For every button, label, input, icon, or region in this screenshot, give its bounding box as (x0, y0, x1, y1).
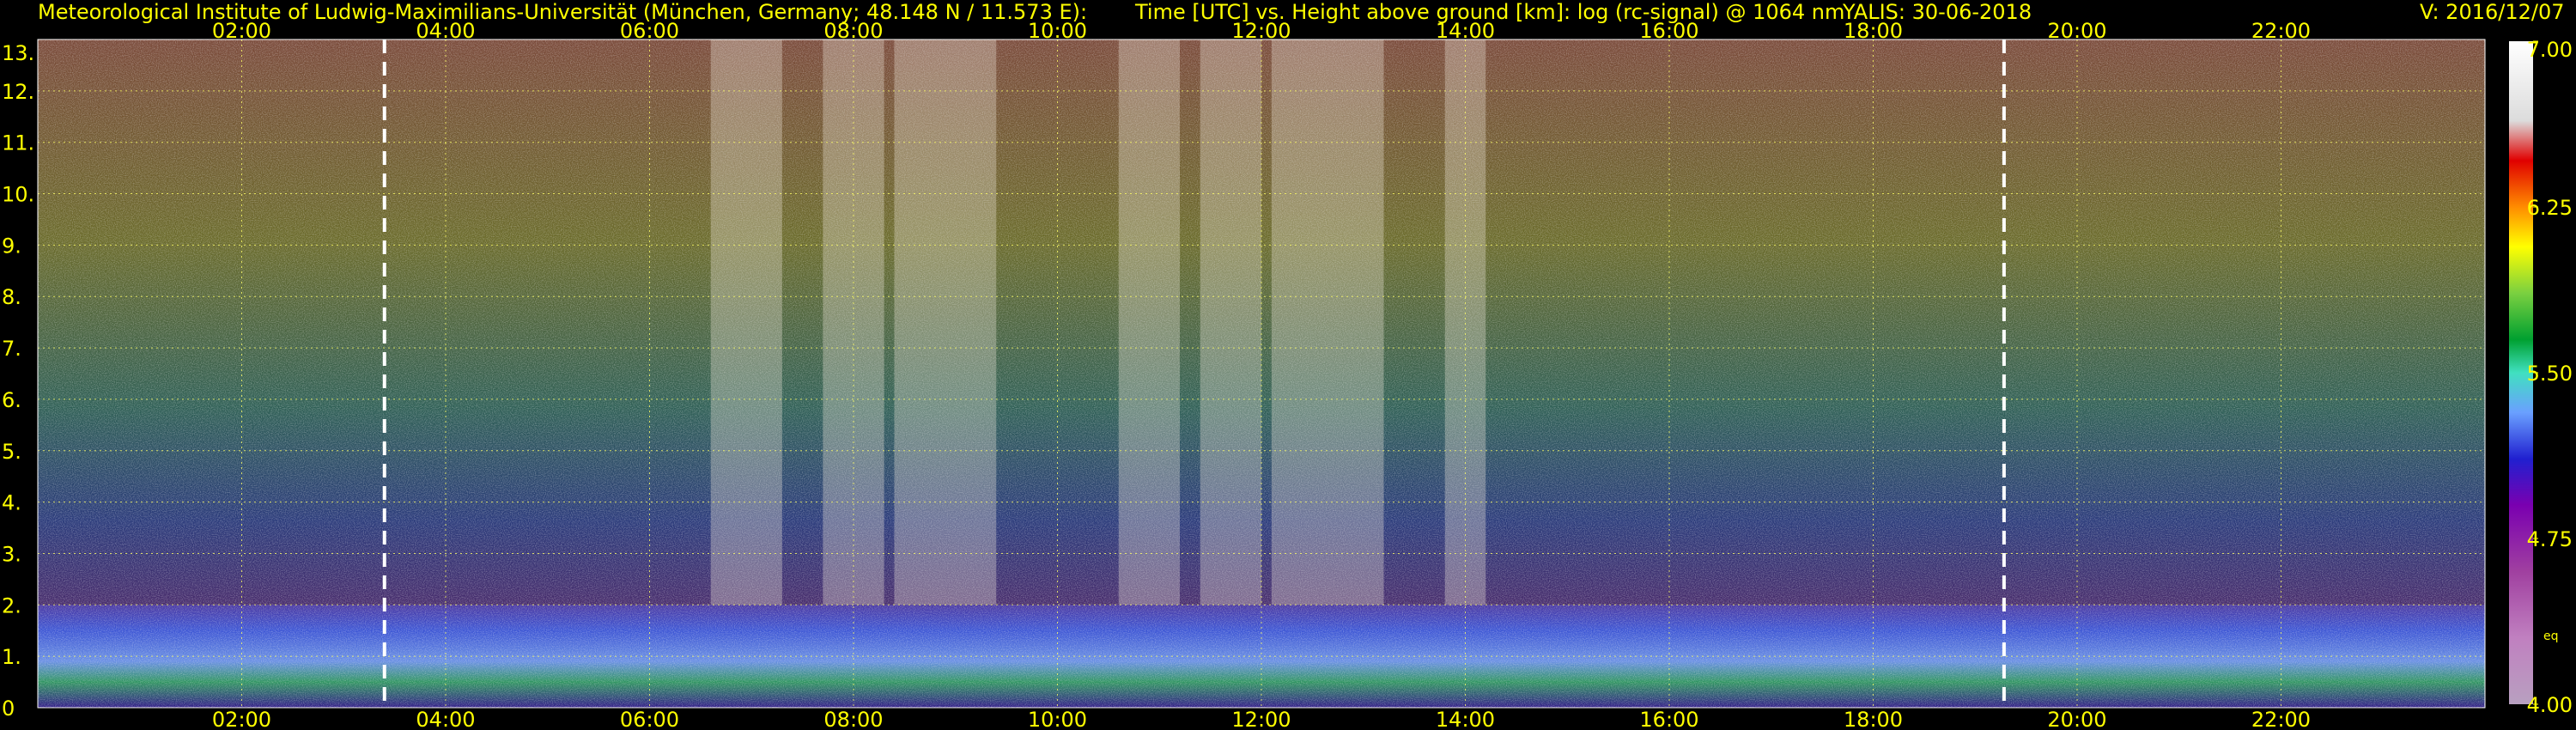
x-tick-label-top: 12:00 (1231, 19, 1291, 43)
plot-area (38, 40, 2485, 708)
x-tick-label-top: 02:00 (212, 19, 271, 43)
x-tick-label-top: 10:00 (1028, 19, 1087, 43)
x-tick-label-bottom: 08:00 (823, 708, 883, 730)
x-tick-label-top: 22:00 (2251, 19, 2311, 43)
colorbar-tick-label: 4.75 (2527, 527, 2573, 551)
y-tick-label: 1. (2, 645, 21, 669)
x-tick-label-bottom: 12:00 (1231, 708, 1291, 730)
x-tick-label-bottom: 16:00 (1639, 708, 1698, 730)
y-tick-label: 8. (2, 285, 21, 309)
x-tick-label-top: 18:00 (1844, 19, 1903, 43)
colorbar-ticks: 7.00 6.25 5.50 4.75 4.00 (2527, 38, 2573, 717)
y-tick-label: 5. (2, 440, 21, 464)
y-tick-label: 6. (2, 388, 21, 412)
x-tick-label-top: 14:00 (1436, 19, 1495, 43)
y-tick-label: 0 (2, 697, 15, 721)
x-tick-label-bottom: 22:00 (2251, 708, 2311, 730)
y-tick-label: 7. (2, 337, 21, 361)
y-tick-label: 12. (2, 80, 34, 104)
x-tick-label-bottom: 04:00 (416, 708, 475, 730)
colorbar: 7.00 6.25 5.50 4.75 4.00 eq (2509, 38, 2573, 717)
y-tick-label: 11. (2, 131, 34, 155)
lidar-plot: 02:00 02:00 04:00 04:00 06:00 06:00 08:00 08:00… (2, 19, 2573, 730)
colorbar-tick-label: 7.00 (2527, 38, 2573, 62)
y-tick-label: 3. (2, 542, 21, 566)
colorbar-unit-label: eq (2543, 630, 2559, 643)
x-tick-label-bottom: 20:00 (2047, 708, 2106, 730)
x-tick-label-top: 06:00 (620, 19, 679, 43)
x-tick-label-bottom: 14:00 (1436, 708, 1495, 730)
y-tick-label: 10. (2, 183, 34, 207)
x-tick-label-top: 04:00 (416, 19, 475, 43)
x-tick-label-bottom: 10:00 (1028, 708, 1087, 730)
x-tick-label-bottom: 06:00 (620, 708, 679, 730)
y-tick-label: 9. (2, 234, 21, 258)
x-tick-label-top: 08:00 (823, 19, 883, 43)
x-tick-label-top: 16:00 (1639, 19, 1698, 43)
y-tick-label: 2. (2, 593, 21, 617)
x-tick-label-top: 20:00 (2047, 19, 2106, 43)
colorbar-tick-label: 4.00 (2527, 693, 2573, 717)
x-tick-label-bottom: 18:00 (1844, 708, 1903, 730)
colorbar-tick-label: 5.50 (2527, 362, 2573, 386)
colorbar-tick-label: 6.25 (2527, 196, 2573, 220)
y-tick-label: 4. (2, 491, 21, 515)
x-tick-label-bottom: 02:00 (212, 708, 271, 730)
y-tick-label: 13. (2, 41, 34, 65)
